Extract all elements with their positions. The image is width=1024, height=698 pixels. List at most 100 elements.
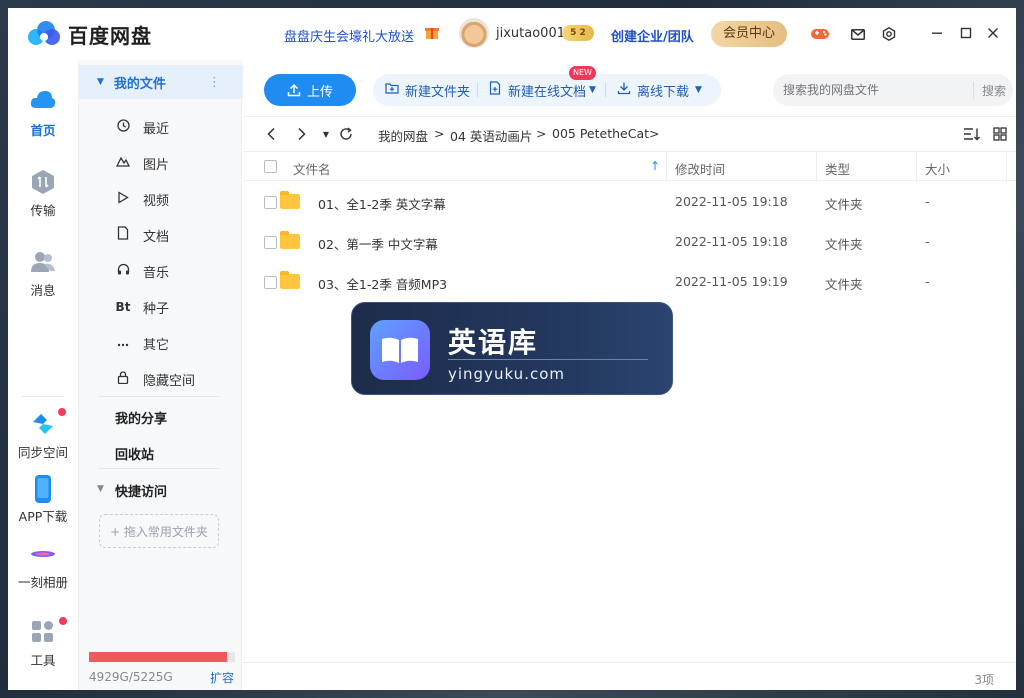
nav-item-recent[interactable]: 最近	[79, 110, 243, 144]
back-icon[interactable]	[262, 125, 280, 143]
rail-label: 传输	[30, 203, 56, 218]
file-type: 文件夹	[825, 237, 863, 252]
settings-icon[interactable]	[879, 24, 899, 44]
folder-icon	[280, 231, 300, 249]
rail-item-home[interactable]: 首页	[8, 88, 78, 139]
create-enterprise-link[interactable]: 创建企业/团队	[611, 26, 694, 45]
expand-storage-link[interactable]: 扩容	[210, 669, 234, 686]
nav-item-label: 隐藏空间	[143, 373, 196, 389]
username[interactable]: jixutao001	[496, 26, 565, 41]
row-checkbox[interactable]	[264, 276, 277, 289]
nav-item-other[interactable]: 其它	[79, 326, 243, 360]
crumb-separator: >	[536, 126, 547, 141]
caret-down-icon[interactable]: ▼	[97, 484, 104, 494]
forward-icon[interactable]	[293, 125, 311, 143]
column-divider	[916, 152, 917, 182]
nav-item-torrents[interactable]: Bt 种子	[79, 290, 243, 324]
crumb-folder-1[interactable]: 04 英语动画片	[450, 126, 532, 145]
column-header-type[interactable]: 类型	[825, 159, 850, 178]
file-name[interactable]: 03、全1-2季 音频MP3	[318, 274, 447, 293]
rail-label: 首页	[30, 123, 56, 138]
watermark-title: 英语库	[448, 326, 539, 359]
lock-icon	[115, 370, 131, 388]
file-modified: 2022-11-05 19:19	[675, 274, 788, 289]
watermark-divider	[448, 359, 648, 360]
game-icon[interactable]	[810, 24, 830, 44]
caret-down-icon[interactable]: ▼	[97, 77, 104, 87]
crumb-folder-2[interactable]: 005 PetetheCat	[552, 126, 649, 141]
select-all-checkbox[interactable]	[264, 160, 277, 173]
file-size: -	[925, 234, 930, 249]
mail-icon[interactable]	[848, 24, 868, 44]
rail-item-transfer[interactable]: 传输	[8, 168, 78, 219]
document-icon	[115, 226, 131, 244]
close-icon[interactable]	[982, 22, 1004, 44]
row-checkbox[interactable]	[264, 196, 277, 209]
nav-my-files[interactable]: ▼ 我的文件 ⋮	[79, 65, 243, 99]
crumb-root[interactable]: 我的网盘	[378, 126, 428, 145]
maximize-icon[interactable]	[955, 22, 977, 44]
more-icon	[115, 336, 131, 351]
level-badge[interactable]: 5 2	[562, 25, 594, 41]
nav-recycle-bin[interactable]: 回收站	[115, 444, 154, 463]
offline-download-button[interactable]: 离线下载 ▼	[617, 74, 702, 106]
upload-button[interactable]: 上传	[264, 74, 356, 106]
table-row[interactable]: 02、第一季 中文字幕 2022-11-05 19:18 文件夹 -	[243, 222, 1016, 262]
nav-my-share[interactable]: 我的分享	[115, 408, 167, 427]
refresh-icon[interactable]	[337, 125, 355, 143]
watermark-url: yingyuku.com	[448, 365, 565, 383]
column-header-size[interactable]: 大小	[925, 159, 950, 178]
download-icon	[617, 81, 631, 99]
nav-quick-access[interactable]: 快捷访问	[115, 481, 167, 500]
baidu-netdisk-logo-icon	[28, 21, 62, 47]
file-modified: 2022-11-05 19:18	[675, 234, 788, 249]
gift-icon[interactable]	[424, 24, 440, 40]
file-name[interactable]: 02、第一季 中文字幕	[318, 234, 438, 253]
new-folder-button[interactable]: 新建文件夹	[385, 74, 470, 106]
rail-item-album[interactable]: 一刻相册	[8, 540, 78, 591]
row-checkbox[interactable]	[264, 236, 277, 249]
toolbar-actions: 新建文件夹 新建在线文档 ▼ NEW 离线下载 ▼	[373, 66, 721, 106]
sort-icon[interactable]	[963, 125, 981, 143]
sort-ascending-icon[interactable]: ↑	[650, 159, 660, 173]
vip-center-button[interactable]: 会员中心	[711, 21, 787, 47]
rail-item-tools[interactable]: 工具	[8, 617, 78, 669]
nav-item-hidden-space[interactable]: 隐藏空间	[79, 362, 243, 396]
rail-item-app-download[interactable]: APP下载	[8, 474, 78, 525]
play-icon	[115, 190, 131, 208]
file-size: -	[925, 274, 930, 289]
transfer-icon	[29, 168, 57, 196]
search-input[interactable]	[783, 81, 963, 99]
avatar[interactable]	[459, 18, 489, 48]
nav-item-label: 图片	[143, 157, 170, 173]
more-vertical-icon[interactable]: ⋮	[208, 75, 221, 90]
history-dropdown-icon[interactable]: ▼	[317, 125, 335, 143]
rail-item-sync-space[interactable]: 同步空间	[8, 408, 78, 461]
column-header-modified[interactable]: 修改时间	[675, 159, 725, 178]
new-badge: NEW	[569, 66, 596, 80]
file-name[interactable]: 01、全1-2季 英文字幕	[318, 194, 446, 213]
grid-view-icon[interactable]	[991, 125, 1009, 143]
column-divider	[1006, 152, 1007, 182]
promo-link[interactable]: 盘盘庆生会壕礼大放送	[284, 26, 414, 45]
phone-icon	[29, 474, 57, 503]
nav-item-videos[interactable]: 视频	[79, 182, 243, 216]
upload-label: 上传	[306, 84, 333, 100]
minimize-icon[interactable]	[926, 22, 948, 44]
rail-label: 消息	[30, 283, 56, 298]
left-rail: 首页 传输 消息 同步空间 APP下载 一刻相册 工具	[8, 60, 78, 690]
caret-down-icon[interactable]: ▼	[695, 85, 702, 95]
drop-folder-zone[interactable]: + 拖入常用文件夹	[99, 514, 219, 548]
rail-label: 一刻相册	[17, 575, 68, 590]
nav-item-images[interactable]: 图片	[79, 146, 243, 180]
nav-item-documents[interactable]: 文档	[79, 218, 243, 252]
search-box: 搜索	[773, 74, 1013, 106]
table-row[interactable]: 01、全1-2季 英文字幕 2022-11-05 19:18 文件夹 -	[243, 182, 1016, 222]
column-header-name[interactable]: 文件名	[293, 159, 331, 178]
search-button[interactable]: 搜索	[973, 82, 1006, 99]
nav-item-music[interactable]: 音乐	[79, 254, 243, 288]
rail-item-messages[interactable]: 消息	[8, 248, 78, 299]
nav-item-label: 种子	[143, 301, 170, 317]
table-row[interactable]: 03、全1-2季 音频MP3 2022-11-05 19:19 文件夹 -	[243, 262, 1016, 302]
caret-down-icon[interactable]: ▼	[589, 85, 596, 95]
